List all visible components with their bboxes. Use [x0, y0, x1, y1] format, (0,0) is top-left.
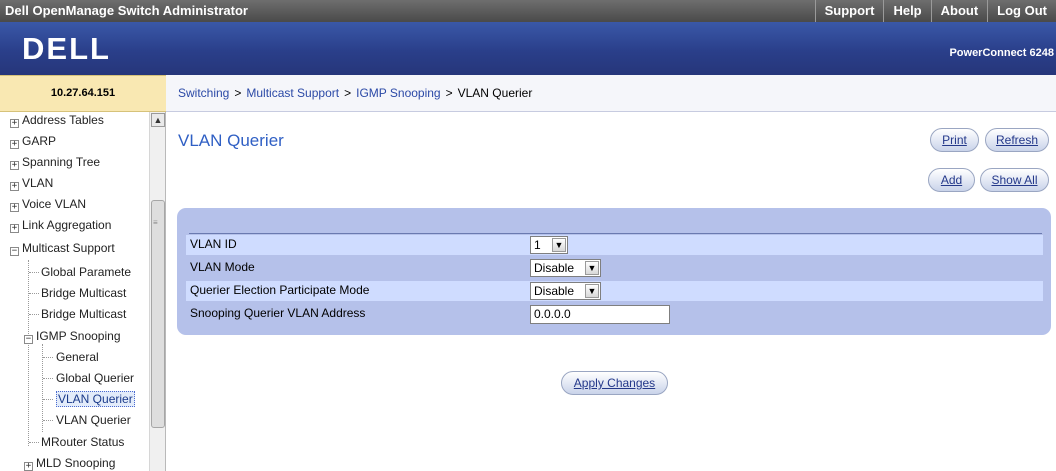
header-banner: DELL PowerConnect 6248	[0, 22, 1056, 75]
tree-connector	[29, 314, 39, 315]
tree-connector	[43, 378, 53, 379]
nav-item-garp[interactable]: + GARP	[10, 132, 56, 152]
querier-election-select[interactable]: Disable ▼	[530, 282, 601, 300]
nav-item-mld-snooping[interactable]: + MLD Snooping	[24, 454, 115, 471]
nav-item-bridge-multicast-2[interactable]: Bridge Multicast	[41, 305, 126, 325]
show-all-button[interactable]: Show All	[980, 168, 1049, 192]
chevron-down-icon[interactable]: ▼	[585, 284, 599, 298]
scroll-up-icon[interactable]: ▲	[151, 113, 165, 127]
add-button[interactable]: Add	[928, 168, 975, 192]
chevron-down-icon[interactable]: ▼	[585, 261, 599, 275]
nav-tree: + Address Tables + GARP + Spanning Tree + VL…	[0, 112, 166, 471]
nav-item-global-parameters[interactable]: Global Paramete	[41, 263, 131, 283]
panel-divider	[189, 233, 1042, 234]
breadcrumb-separator: >	[234, 86, 242, 100]
dell-logo: DELL	[22, 31, 111, 65]
top-links: Support Help About Log Out	[814, 0, 1056, 22]
breadcrumb-current: VLAN Querier	[457, 86, 533, 100]
vlan-id-label: VLAN ID	[190, 237, 237, 251]
querier-election-label: Querier Election Participate Mode	[190, 283, 370, 297]
nav-item-link-aggregation[interactable]: + Link Aggregation	[10, 216, 111, 236]
vlan-querier-form: VLAN ID 1 ▼ VLAN Mode Disable ▼ Querier …	[177, 208, 1051, 335]
nav-item-spanning-tree[interactable]: + Spanning Tree	[10, 153, 100, 173]
nav-item-global-querier[interactable]: Global Querier	[56, 369, 134, 389]
expand-icon[interactable]: +	[10, 224, 19, 233]
breadcrumb-igmp-snooping[interactable]: IGMP Snooping	[356, 86, 441, 100]
tree-connector	[43, 399, 53, 400]
nav-item-bridge-multicast-1[interactable]: Bridge Multicast	[41, 284, 126, 304]
querier-address-label: Snooping Querier VLAN Address	[190, 306, 366, 320]
top-bar: Dell OpenManage Switch Administrator Sup…	[0, 0, 1056, 22]
vlan-mode-select[interactable]: Disable ▼	[530, 259, 601, 277]
nav-item-vlan[interactable]: + VLAN	[10, 174, 53, 194]
tree-connector	[29, 442, 39, 443]
nav-item-address-tables[interactable]: + Address Tables	[10, 112, 104, 131]
tree-connector	[29, 272, 39, 273]
collapse-icon[interactable]: −	[10, 247, 19, 256]
print-button[interactable]: Print	[930, 128, 979, 152]
breadcrumb-switching[interactable]: Switching	[178, 86, 229, 100]
dell-logo-text: DELL	[22, 31, 111, 65]
log-out-link[interactable]: Log Out	[987, 0, 1056, 22]
model-name: PowerConnect 6248	[949, 47, 1054, 59]
chevron-down-icon[interactable]: ▼	[552, 238, 566, 252]
expand-icon[interactable]: +	[10, 119, 19, 128]
about-link[interactable]: About	[930, 0, 988, 22]
tree-connector	[43, 420, 53, 421]
expand-icon[interactable]: +	[24, 462, 33, 471]
nav-item-mrouter-status[interactable]: MRouter Status	[41, 433, 124, 453]
page-title: VLAN Querier	[178, 131, 284, 150]
nav-scrollbar[interactable]: ▲ ≡	[149, 112, 165, 471]
querier-election-row: Querier Election Participate Mode Disabl…	[186, 281, 1043, 301]
vlan-id-select[interactable]: 1 ▼	[530, 236, 568, 254]
nav-tree-content: + Address Tables + GARP + Spanning Tree + VL…	[0, 112, 149, 471]
refresh-button[interactable]: Refresh	[985, 128, 1049, 152]
vlan-mode-label: VLAN Mode	[190, 260, 255, 274]
vlan-mode-row: VLAN Mode Disable ▼	[186, 258, 1043, 278]
querier-address-input[interactable]: 0.0.0.0	[530, 305, 670, 324]
breadcrumb-multicast-support[interactable]: Multicast Support	[246, 86, 339, 100]
nav-item-general[interactable]: General	[56, 348, 99, 368]
nav-item-multicast-support[interactable]: − Multicast Support	[10, 239, 115, 259]
nav-item-vlan-querier-selected[interactable]: VLAN Querier	[56, 390, 135, 410]
scrollbar-thumb[interactable]	[151, 200, 165, 428]
nav-item-vlan-querier-status[interactable]: VLAN Querier	[56, 411, 131, 431]
tree-connector	[29, 293, 39, 294]
support-link[interactable]: Support	[814, 0, 884, 22]
help-link[interactable]: Help	[883, 0, 930, 22]
expand-icon[interactable]: +	[10, 203, 19, 212]
breadcrumb-separator: >	[344, 86, 352, 100]
tree-connector	[28, 260, 29, 446]
vlan-id-row: VLAN ID 1 ▼	[186, 235, 1043, 255]
querier-address-row: Snooping Querier VLAN Address 0.0.0.0	[186, 304, 1043, 324]
breadcrumb-separator: >	[445, 86, 453, 100]
collapse-icon[interactable]: −	[24, 335, 33, 344]
nav-item-voice-vlan[interactable]: + Voice VLAN	[10, 195, 86, 215]
grip-icon: ≡	[153, 218, 158, 227]
expand-icon[interactable]: +	[10, 182, 19, 191]
apply-changes-button[interactable]: Apply Changes	[561, 371, 668, 395]
app-title: Dell OpenManage Switch Administrator	[5, 3, 248, 18]
breadcrumb: Switching > Multicast Support > IGMP Snoopin…	[166, 75, 1056, 112]
expand-icon[interactable]: +	[10, 140, 19, 149]
nav-item-igmp-snooping[interactable]: − IGMP Snooping	[24, 327, 121, 347]
tree-connector	[43, 357, 53, 358]
switch-ip-address: 10.27.64.151	[0, 75, 166, 112]
expand-icon[interactable]: +	[10, 161, 19, 170]
